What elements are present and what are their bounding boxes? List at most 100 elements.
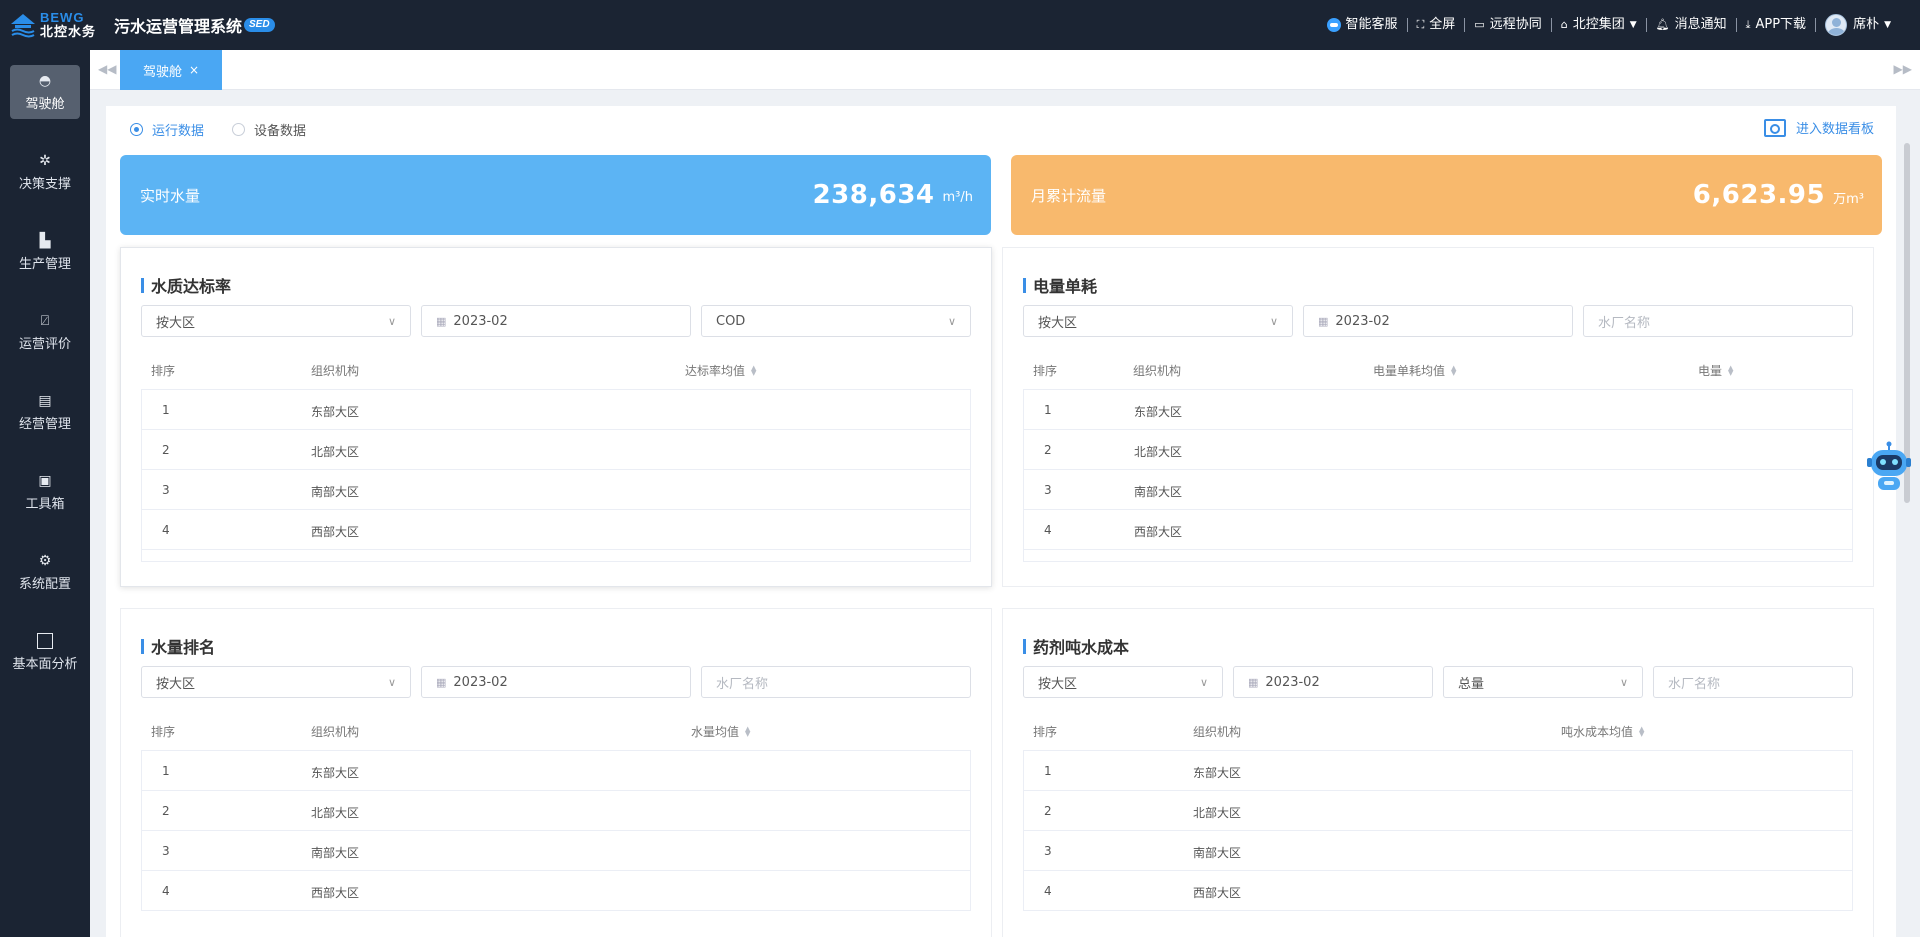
col-rank: 排序 [1033,364,1058,378]
sidebar-item-fundamental[interactable]: 基本面分析 [10,625,80,679]
calendar-icon: ▦ [1248,675,1259,689]
region-select[interactable]: 按大区 ∨ [141,666,411,698]
fullscreen-button[interactable]: ⛶ 全屏 [1408,18,1466,32]
radio-dot [130,123,143,136]
sidebar-item-evaluation[interactable]: ⍁ 运营评价 [10,305,80,359]
region-select[interactable]: 按大区 ∨ [1023,305,1293,337]
cell-rank: 3 [162,483,170,497]
region-select[interactable]: 按大区 ∨ [1023,666,1223,698]
sort-icon[interactable]: ▲ ▼ [1639,725,1644,737]
sidebar-item-decision[interactable]: ✲ 决策支撑 [10,145,80,199]
chevron-down-icon: ∨ [1619,675,1628,689]
sidebar-item-business[interactable]: ▤ 经营管理 [10,385,80,439]
table-row[interactable]: 1 东部大区 [1023,390,1853,430]
smart-service-label: 智能客服 [1345,17,1398,32]
cell-org: 西部大区 [1134,525,1183,539]
dashboard-screen-icon [1763,118,1786,137]
sidebar-item-settings[interactable]: ⚙ 系统配置 [10,545,80,599]
col-org: 组织机构 [311,725,360,739]
chemical-table: 排序 组织机构 吨水成本均值 ▲ ▼ 1 东部大区 2 北部大区 3 南部大区 4 西部大区 [1023,709,1853,911]
table-row[interactable]: 1 东部大区 [141,751,971,791]
system-title-text: 污水运营管理系统 [114,17,243,36]
kpi-label: 实时水量 [140,186,201,205]
radio-label: 设备数据 [254,124,307,139]
data-type-toggle: 运行数据 设备数据 [130,120,334,139]
tab-label: 驾驶舱 [142,64,182,80]
table-row[interactable]: 2 北部大区 [1023,791,1853,831]
sort-icon[interactable]: ▲ ▼ [1451,364,1456,376]
col-power[interactable]: 电量 ▲ ▼ [1698,362,1733,379]
plant-name-input[interactable]: 水厂名称 [701,666,971,698]
chart-icon: ⍁ [40,312,50,329]
assistant-robot-icon[interactable] [1866,440,1912,492]
calendar-icon: ▦ [1318,314,1329,328]
table-row[interactable]: 4 西部大区 [1023,510,1853,550]
table-row[interactable]: 4 西部大区 [141,871,971,911]
col-power-avg[interactable]: 电量单耗均值 ▲ ▼ [1373,362,1456,379]
app-download-button[interactable]: ⤓ APP下载 [1737,18,1817,32]
plant-name-input[interactable]: 水厂名称 [1583,305,1853,337]
smart-service-button[interactable]: 智能客服 [1318,18,1408,32]
table-row[interactable]: 3 南部大区 [1023,831,1853,871]
chevron-down-icon: ∨ [1269,314,1278,328]
tab-scroll-left-icon[interactable]: ◀◀ [98,62,116,76]
caret-down-icon: ▼ [1884,20,1891,30]
select-value: COD [716,313,746,329]
cell-org: 东部大区 [1134,405,1183,419]
sort-icon[interactable]: ▲ ▼ [751,364,756,376]
org-selector-label: 北控集团 [1572,17,1625,32]
user-name: 席朴 [1853,17,1880,32]
sidebar-item-cockpit[interactable]: ◓ 驾驶舱 [10,65,80,119]
radio-run-data[interactable]: 运行数据 [130,120,204,139]
table-row[interactable]: 2 北部大区 [1023,430,1853,470]
fullscreen-icon: ⛶ [1416,18,1425,31]
table-row[interactable]: 3 南部大区 [141,831,971,871]
power-table: 排序 组织机构 电量单耗均值 ▲ ▼ 电量 ▲ ▼ 1 东部大区 2 北部大区 3 南部大区 … [1023,348,1853,562]
table-row[interactable]: 2 北部大区 [141,430,971,470]
header-actions: 智能客服 ⛶ 全屏 ▭ 远程协同 ⌂ 北控集团 ▼ 🔔︎ 消息通知 ⤓ APP下载 席朴 ▼ [1318,0,1920,50]
col-cost-avg[interactable]: 吨水成本均值 ▲ ▼ [1561,723,1644,740]
table-row[interactable]: 1 东部大区 [1023,751,1853,791]
table-row[interactable]: 1 东部大区 [141,390,971,430]
table-row[interactable]: 4 西部大区 [141,510,971,550]
enter-dashboard-link[interactable]: 进入数据看板 [1763,118,1874,137]
region-select[interactable]: 按大区 ∨ [141,305,411,337]
cell-rank: 2 [162,443,170,457]
col-rate-avg[interactable]: 达标率均值 ▲ ▼ [685,362,756,379]
picker-value: 2023-02 [1265,674,1320,690]
table-row[interactable]: 3 南部大区 [141,470,971,510]
col-volume-avg[interactable]: 水量均值 ▲ ▼ [691,723,750,740]
table-header: 排序 组织机构 电量单耗均值 ▲ ▼ 电量 ▲ ▼ [1023,348,1853,390]
table-row[interactable]: 2 北部大区 [141,791,971,831]
tab-cockpit[interactable]: 驾驶舱 × [120,50,222,90]
tab-scroll-right-icon[interactable]: ▶▶ [1894,62,1912,76]
radio-device-data[interactable]: 设备数据 [232,120,306,139]
sidebar-item-production[interactable]: ▙ 生产管理 [10,225,80,279]
remote-collab-button[interactable]: ▭ 远程协同 [1465,18,1552,32]
download-icon: ⤓ [1745,18,1751,31]
kpi-value: 238,634 [812,180,935,210]
tab-bar: ◀◀ 驾驶舱 × ▶▶ [90,50,1920,90]
table-row[interactable]: 3 南部大区 [1023,470,1853,510]
sidebar-item-toolbox[interactable]: ▣ 工具箱 [10,465,80,519]
card-title: 药剂吨水成本 [1023,634,1129,658]
brand-logo[interactable]: BEWG 北控水务 [0,11,112,39]
cell-rank: 2 [162,804,170,818]
notifications-button[interactable]: 🔔︎ 消息通知 [1647,18,1737,32]
home-icon: ⌂ [1560,18,1568,31]
type-select[interactable]: 总量 ∨ [1443,666,1643,698]
close-icon[interactable]: × [189,63,199,77]
month-picker[interactable]: ▦ 2023-02 [1233,666,1433,698]
cell-org: 北部大区 [1193,806,1242,820]
user-menu[interactable]: 席朴 ▼ [1816,14,1900,36]
org-selector[interactable]: ⌂ 北控集团 ▼ [1552,18,1647,32]
month-picker[interactable]: ▦ 2023-02 [421,666,691,698]
sort-icon[interactable]: ▲ ▼ [1728,364,1733,376]
month-picker[interactable]: ▦ 2023-02 [1303,305,1573,337]
sort-icon[interactable]: ▲ ▼ [745,725,750,737]
table-row[interactable]: 4 西部大区 [1023,871,1853,911]
plant-name-input[interactable]: 水厂名称 [1653,666,1853,698]
system-title: 污水运营管理系统 SED [114,13,275,37]
indicator-select[interactable]: COD ∨ [701,305,971,337]
month-picker[interactable]: ▦ 2023-02 [421,305,691,337]
